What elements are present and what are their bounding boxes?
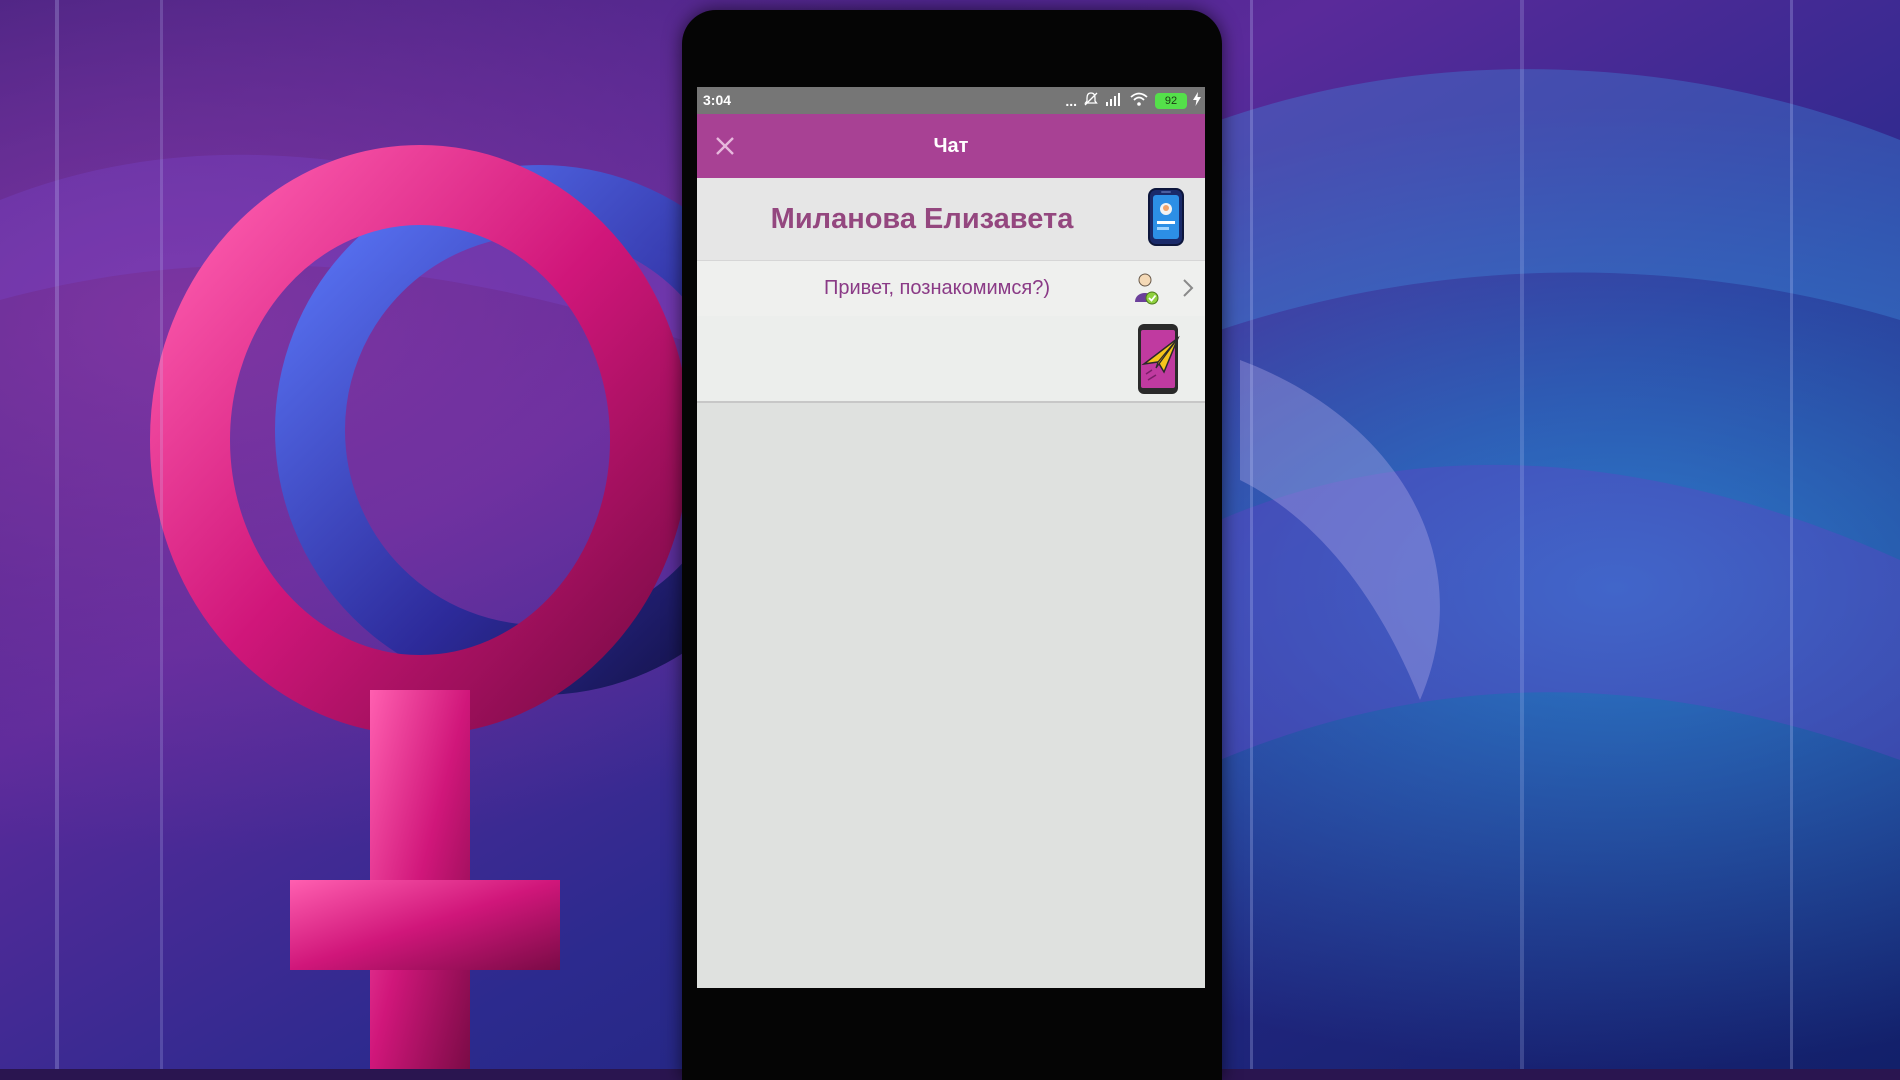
message-text: Привет, познакомимся?) [823, 277, 1051, 299]
mute-bell-icon [1083, 91, 1099, 110]
wifi-icon [1129, 91, 1149, 110]
phone-profile-icon [1148, 188, 1184, 246]
app-bar: Чат [697, 114, 1205, 178]
contact-header: Миланова Елизавета [697, 178, 1205, 260]
status-bar: 3:04 ... 92 [697, 87, 1205, 114]
list-item[interactable]: Привет, познакомимся?) [697, 260, 1205, 317]
close-button[interactable] [707, 128, 743, 164]
chevron-right-icon [1183, 279, 1194, 297]
paper-plane-phone-icon [1138, 324, 1180, 394]
close-icon [716, 137, 734, 155]
page-title: Чат [933, 135, 969, 157]
charging-icon [1193, 92, 1201, 109]
battery-icon: 92 [1155, 92, 1187, 109]
more-dots: ... [1065, 92, 1077, 109]
profile-button[interactable] [1147, 187, 1185, 247]
send-button[interactable] [1134, 322, 1182, 396]
phone-screen: 3:04 ... 92 Чат Миланова Елизавета Приве… [697, 87, 1205, 988]
chat-area [697, 403, 1205, 988]
status-time: 3:04 [703, 92, 732, 108]
signal-icon [1105, 92, 1123, 109]
contact-name: Миланова Елизавета [770, 203, 1074, 235]
user-check-icon [1135, 273, 1159, 305]
compose-row [697, 316, 1205, 403]
status-icons: ... 92 [1065, 91, 1201, 110]
